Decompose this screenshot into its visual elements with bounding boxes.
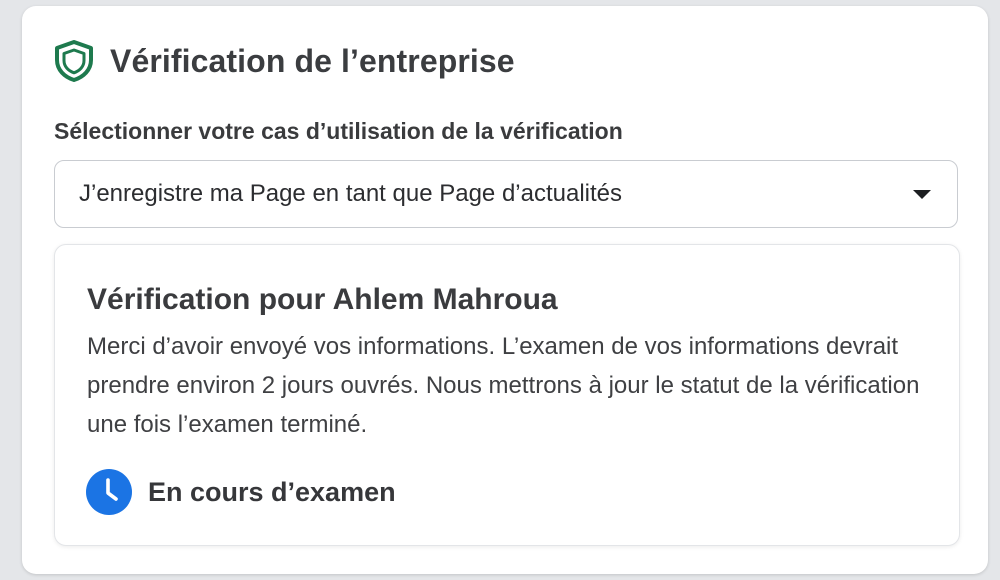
business-verification-panel: Vérification de l’entreprise Sélectionne…	[22, 6, 988, 574]
verification-title: Vérification pour Ahlem Mahroua	[87, 283, 558, 316]
use-case-selected-value: J’enregistre ma Page en tant que Page d’…	[79, 180, 623, 207]
panel-header: Vérification de l’entreprise	[54, 40, 515, 82]
use-case-label: Sélectionner votre cas d’utilisation de …	[54, 118, 623, 144]
page-title: Vérification de l’entreprise	[110, 42, 515, 79]
status-row: En cours d’examen	[86, 469, 396, 515]
verification-status-card: Vérification pour Ahlem Mahroua Merci d’…	[54, 244, 960, 546]
verification-message: Merci d’avoir envoyé vos informations. L…	[87, 333, 920, 438]
use-case-select[interactable]: J’enregistre ma Page en tant que Page d’…	[54, 160, 958, 228]
status-text: En cours d’examen	[148, 476, 396, 507]
caret-down-icon	[913, 189, 931, 199]
shield-icon	[54, 40, 94, 82]
clock-icon	[86, 469, 132, 515]
